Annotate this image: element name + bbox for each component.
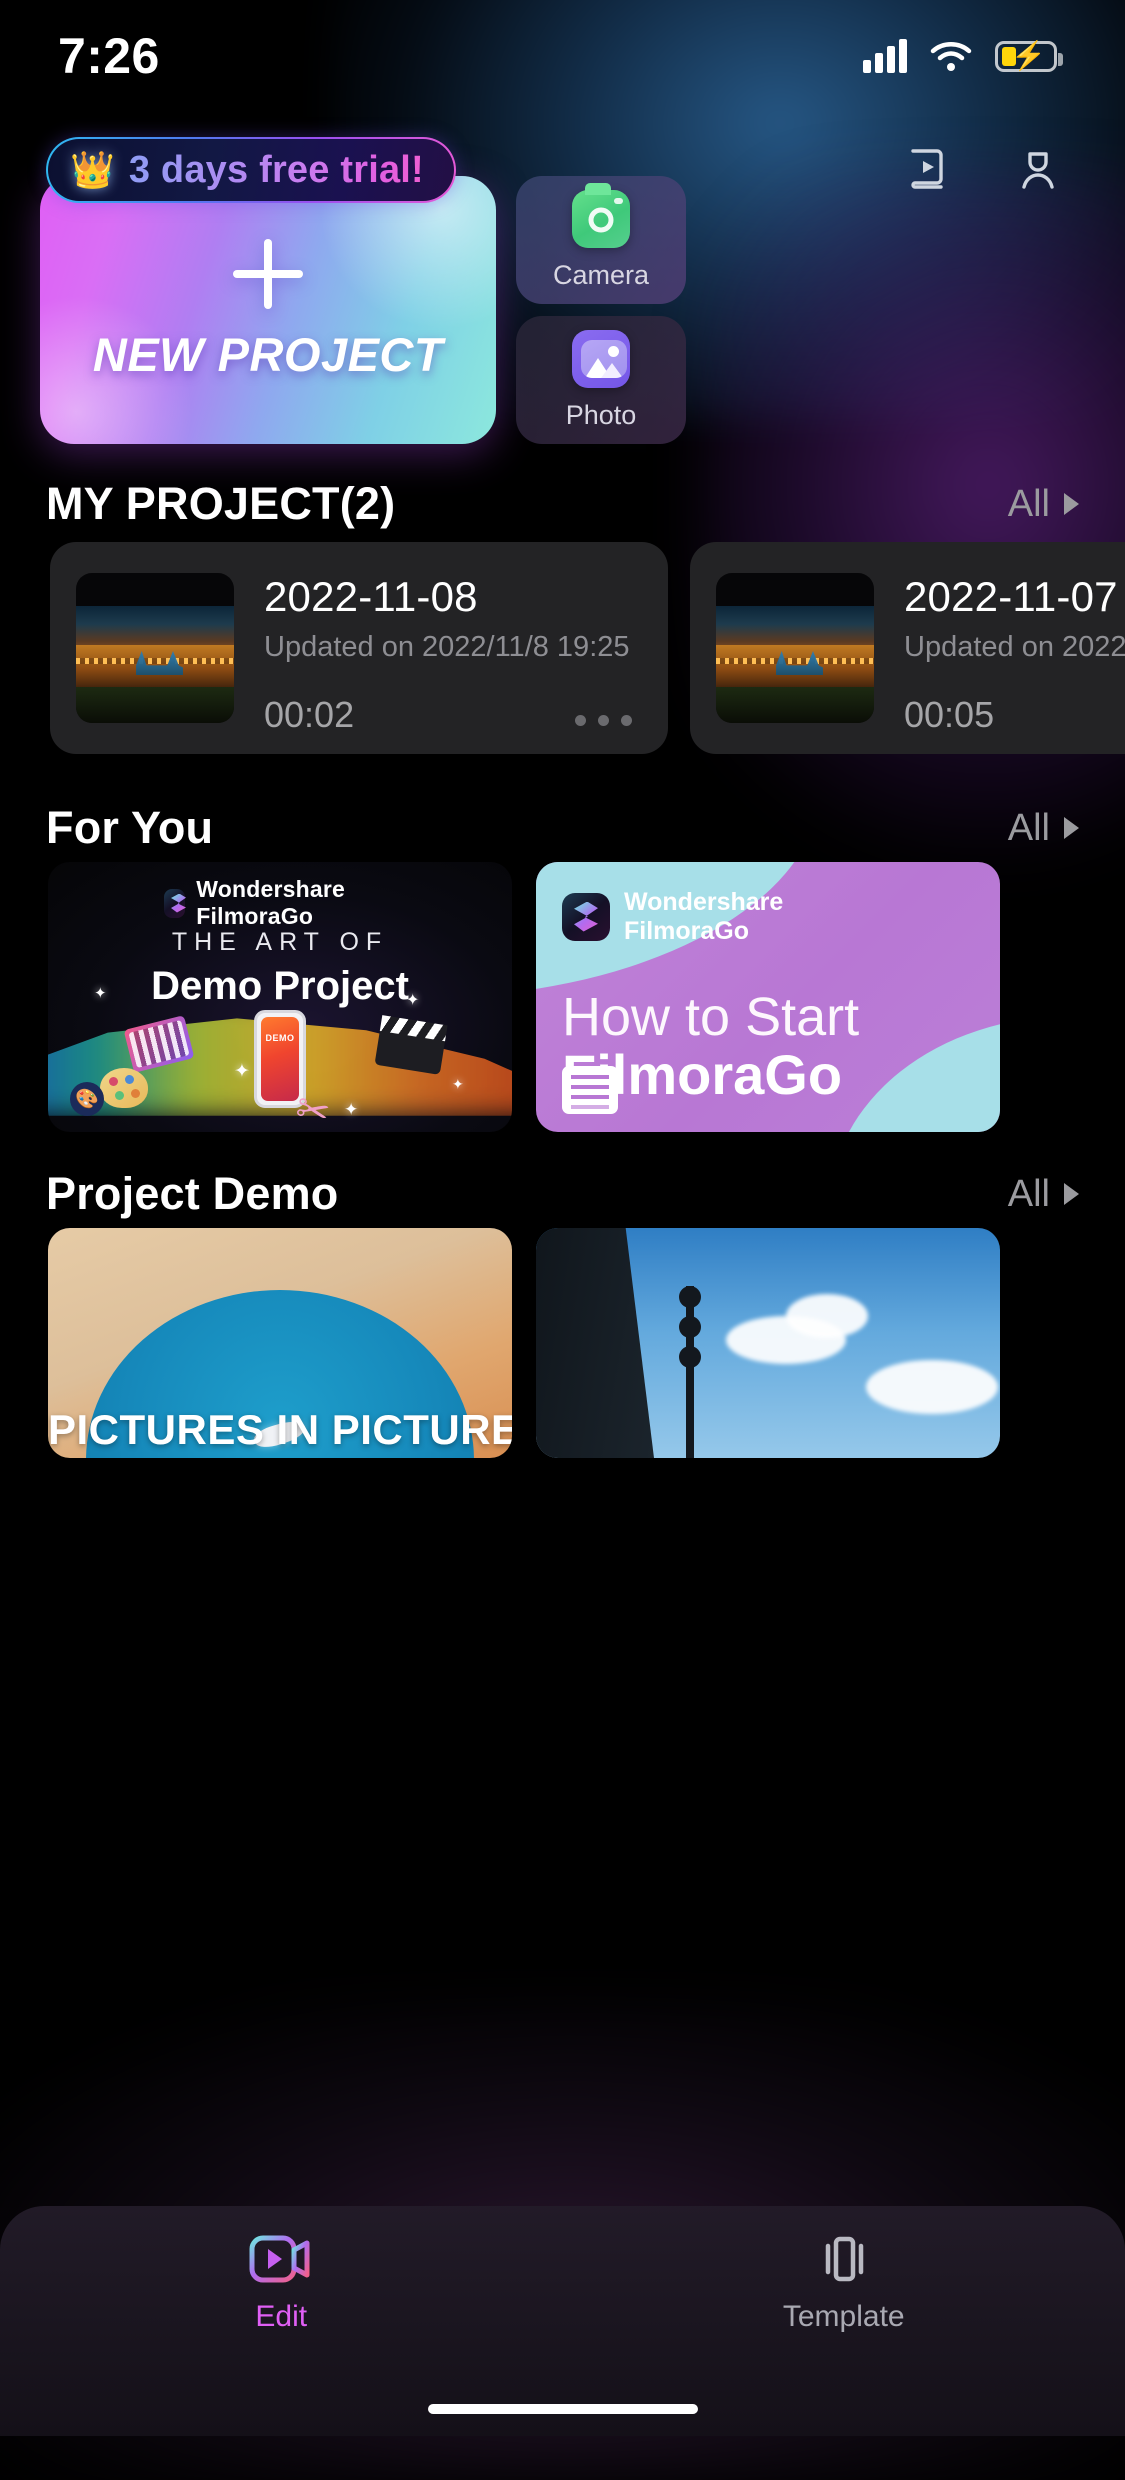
project-card[interactable]: 2022-11-07 Updated on 2022/11/7 21:10 00…: [690, 542, 1125, 754]
clapperboard-icon: [374, 1015, 447, 1075]
status-bar: 7:26 ⚡: [0, 0, 1125, 112]
for-you-card[interactable]: Wondershare FilmoraGo THE ART OF Demo Pr…: [48, 862, 512, 1132]
project-demo-title: Project Demo: [46, 1168, 338, 1220]
for-you-section-header: For You All: [46, 802, 1079, 854]
project-demo-section-header: Project Demo All: [46, 1168, 1079, 1220]
brand-lockup: Wondershare FilmoraGo: [164, 876, 396, 930]
nav-tab-template[interactable]: Template: [563, 2232, 1125, 2334]
project-title: 2022-11-08: [264, 573, 642, 621]
battery-charging-icon: ⚡: [995, 41, 1057, 72]
paint-palette-icon: [100, 1068, 148, 1108]
photo-button[interactable]: Photo: [516, 316, 686, 444]
project-thumbnail: [76, 573, 234, 723]
palette-badge-icon: 🎨: [70, 1082, 104, 1116]
wifi-icon: [929, 39, 973, 73]
project-meta: 2022-11-07 Updated on 2022/11/7 21:10 00…: [874, 573, 1125, 723]
card-title: Demo Project: [151, 964, 409, 1009]
brand-line-1: Wondershare: [624, 888, 783, 916]
template-layers-icon: [812, 2232, 876, 2286]
for-you-see-all[interactable]: All: [1008, 807, 1079, 850]
project-demo-see-all[interactable]: All: [1008, 1173, 1079, 1216]
photo-gallery-icon: [572, 330, 630, 388]
nav-tab-template-label: Template: [783, 2300, 905, 2334]
project-demo-card[interactable]: [536, 1228, 1000, 1458]
cloud-decor: [786, 1294, 868, 1338]
filmora-logo-icon: [562, 893, 610, 941]
building-decor: [536, 1228, 654, 1458]
plus-icon: [233, 239, 303, 309]
project-updated: Updated on 2022/11/8 19:25: [264, 631, 642, 664]
nav-tab-edit-label: Edit: [255, 2300, 307, 2334]
profile-person-icon[interactable]: [1009, 141, 1067, 199]
sparkle-icon: ✦: [94, 984, 107, 1002]
project-updated: Updated on 2022/11/7 21:10: [904, 631, 1125, 664]
for-you-list[interactable]: Wondershare FilmoraGo THE ART OF Demo Pr…: [0, 862, 1125, 1132]
card-title-line-1: How to Start: [562, 986, 859, 1048]
for-you-all-label: All: [1008, 807, 1050, 850]
new-project-label: NEW PROJECT: [93, 327, 443, 382]
sparkle-icon: ✦: [234, 1060, 250, 1083]
sparkle-icon: ✦: [406, 990, 419, 1010]
free-trial-banner[interactable]: 👑 3 days free trial!: [46, 137, 456, 203]
project-demo-all-label: All: [1008, 1173, 1050, 1216]
status-time: 7:26: [58, 27, 160, 85]
brand-label: Wondershare FilmoraGo: [624, 888, 783, 945]
chevron-right-icon: [1064, 493, 1079, 515]
brand-lockup: Wondershare FilmoraGo: [562, 888, 783, 945]
tutorial-play-icon[interactable]: [899, 141, 957, 199]
pole-decor: [686, 1286, 694, 1458]
battery-bolt-icon: ⚡: [1011, 42, 1046, 70]
hero-row: NEW PROJECT Camera Photo: [40, 176, 1085, 444]
status-icons: ⚡: [863, 39, 1057, 73]
cellular-signal-icon: [863, 39, 907, 73]
for-you-card[interactable]: Wondershare FilmoraGo How to Start Filmo…: [536, 862, 1000, 1132]
sparkle-icon: ✦: [344, 1100, 358, 1120]
chevron-right-icon: [1064, 1183, 1079, 1205]
project-title: 2022-11-07: [904, 573, 1125, 621]
project-meta: 2022-11-08 Updated on 2022/11/8 19:25 00…: [234, 573, 642, 723]
my-projects-all-label: All: [1008, 483, 1050, 526]
project-more-button[interactable]: [575, 715, 642, 736]
my-projects-see-all[interactable]: All: [1008, 483, 1079, 526]
project-demo-card[interactable]: PICTURES IN PICTURES: [48, 1228, 512, 1458]
my-projects-list[interactable]: 2022-11-08 Updated on 2022/11/8 19:25 00…: [0, 542, 1125, 754]
nav-tab-edit[interactable]: Edit: [0, 2232, 563, 2334]
trial-banner-label: 3 days free trial!: [129, 149, 424, 192]
brand-line-2: FilmoraGo: [624, 917, 749, 945]
crown-sparkle-icon: 👑: [70, 152, 115, 188]
new-project-button[interactable]: NEW PROJECT: [40, 176, 496, 444]
project-card[interactable]: 2022-11-08 Updated on 2022/11/8 19:25 00…: [50, 542, 668, 754]
sparkle-icon: ✦: [452, 1076, 464, 1093]
project-duration: 00:05: [904, 694, 994, 736]
filmora-logo-icon: [164, 889, 185, 918]
top-bar: 👑 3 days free trial!: [0, 124, 1125, 216]
my-projects-section-header: MY PROJECT(2) All: [46, 478, 1079, 530]
camera-label: Camera: [553, 260, 649, 291]
project-duration: 00:02: [264, 694, 354, 736]
home-indicator: [428, 2404, 698, 2414]
chevron-right-icon: [1064, 817, 1079, 839]
my-projects-title: MY PROJECT(2): [46, 478, 395, 530]
for-you-title: For You: [46, 802, 213, 854]
project-demo-caption: PICTURES IN PICTURES: [48, 1406, 512, 1454]
bottom-navigation-bar: Edit Template: [0, 2206, 1125, 2436]
cloud-decor: [866, 1360, 998, 1414]
project-demo-list[interactable]: PICTURES IN PICTURES: [0, 1228, 1125, 1458]
brand-label: Wondershare FilmoraGo: [196, 876, 396, 930]
video-camera-play-icon: [249, 2232, 313, 2286]
top-actions: [899, 141, 1067, 199]
card-eyebrow: THE ART OF: [172, 928, 388, 957]
document-icon: [562, 1066, 618, 1114]
photo-label: Photo: [566, 400, 637, 431]
project-thumbnail: [716, 573, 874, 723]
